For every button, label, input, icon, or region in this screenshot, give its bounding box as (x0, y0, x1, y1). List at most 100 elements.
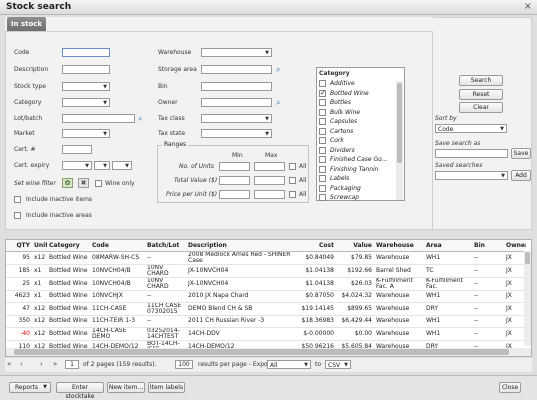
column-header[interactable]: Cost (295, 240, 336, 252)
per-page-input[interactable]: 100 (175, 360, 193, 369)
close-button[interactable]: Close (499, 382, 521, 393)
units-max-input[interactable] (254, 162, 285, 171)
tax-state-select[interactable] (201, 129, 272, 138)
category-option-checkbox[interactable] (319, 175, 326, 182)
column-header[interactable]: Batch/Lot (145, 240, 186, 252)
category-option-checkbox[interactable] (319, 184, 326, 192)
grid-vertical-scrollbar[interactable] (524, 251, 531, 346)
value-all-checkbox[interactable] (289, 177, 296, 184)
reports-button[interactable]: Reports ▼ (9, 382, 51, 393)
first-page-icon[interactable]: « (7, 360, 11, 368)
table-row[interactable]: 47 x12 Bottled Wine 11CH-CASE 11CH CASE 0730… (6, 302, 526, 316)
table-cell: x12 (32, 327, 47, 341)
saved-searches-select[interactable] (435, 171, 508, 180)
category-option-checkbox[interactable] (319, 89, 326, 97)
tab-in-stock[interactable]: In stock (7, 17, 46, 31)
category-option-checkbox[interactable] (319, 108, 326, 116)
owner-input[interactable] (201, 98, 272, 107)
column-header[interactable]: Warehouse (374, 240, 424, 252)
description-input[interactable] (62, 65, 110, 74)
include-inactive-items-checkbox[interactable] (14, 196, 21, 203)
reset-button[interactable]: Reset (459, 89, 503, 100)
wine-filter-icon[interactable]: ✿ (62, 178, 73, 188)
warehouse-select[interactable] (201, 48, 272, 57)
clear-button[interactable]: Clear (459, 102, 503, 113)
units-all-checkbox[interactable] (289, 163, 296, 170)
storage-area-input[interactable] (201, 65, 272, 74)
table-row[interactable]: 25 x1 Bottled Wine 10NVCH04/B 10NV CHARD JX-1… (6, 277, 526, 291)
column-header[interactable]: Unit (32, 240, 47, 252)
lot-batch-label: Lot/batch (14, 115, 43, 122)
column-header[interactable]: Bin (472, 240, 504, 252)
item-labels-button[interactable]: Item labels (148, 382, 185, 393)
lot-batch-search-icon[interactable]: ⌕ (138, 114, 147, 123)
wine-only-checkbox[interactable] (95, 180, 102, 187)
market-select[interactable] (62, 129, 110, 138)
enter-stocktake-button[interactable]: Enter stocktake (56, 382, 104, 400)
category-list-scroll-thumb[interactable] (397, 83, 402, 163)
column-header[interactable]: Category (47, 240, 90, 252)
save-button[interactable]: Save (511, 148, 531, 159)
price-min-input[interactable] (219, 190, 250, 199)
value-min-input[interactable] (219, 176, 250, 185)
table-cell: JX (504, 315, 526, 328)
table-row[interactable]: 95 x12 Bottled Wine 08MARW-SH-CS -- 2008 Medl… (6, 251, 526, 265)
next-page-icon[interactable]: › (40, 360, 43, 368)
category-option-checkbox[interactable] (319, 127, 326, 135)
code-input[interactable] (62, 48, 110, 57)
cert-expiry-month-select[interactable] (94, 161, 110, 170)
add-button[interactable]: Add (511, 170, 531, 181)
category-option-checkbox[interactable] (319, 165, 326, 173)
table-row[interactable]: 4623 x1 Bottled Wine 10NVCHJX -- 2010 JX Napa… (6, 290, 526, 303)
grid-horizontal-scrollbar[interactable] (6, 348, 531, 356)
category-list[interactable]: Category Additive Bottled Wine Bottles Bulk… (316, 67, 405, 201)
table-row[interactable]: 185 x1 Bottled Wine 10NVCH04/B 10NV CHARD JX-… (6, 264, 526, 278)
category-option-checkbox[interactable] (319, 118, 326, 125)
price-all-checkbox[interactable] (289, 191, 296, 198)
close-icon[interactable]: × (524, 1, 532, 12)
include-inactive-areas-label: Include inactive areas (26, 212, 92, 219)
category-list-scrollbar[interactable] (396, 81, 403, 200)
clear-filter-icon[interactable]: ✖ (78, 178, 89, 188)
units-min-input[interactable] (219, 162, 250, 171)
category-option-checkbox[interactable] (319, 146, 326, 154)
column-header[interactable]: Value (336, 240, 374, 252)
sort-by-select[interactable]: Code (435, 124, 507, 133)
value-max-input[interactable] (254, 176, 285, 185)
table-row[interactable]: 350 x12 Bottled Wine 11CH-TEIR 1-3 -- 2011 CH… (6, 315, 526, 328)
category-select[interactable] (62, 98, 110, 107)
column-header[interactable]: Description (186, 240, 295, 252)
category-option-checkbox[interactable] (319, 137, 326, 144)
save-search-input[interactable] (435, 149, 508, 158)
page-number-input[interactable]: 1 (65, 360, 79, 369)
cert-expiry-operator-select[interactable] (62, 161, 92, 170)
grid-vertical-scroll-thumb[interactable] (525, 252, 530, 264)
table-row[interactable]: -40 x12 Bottled Wine 14CH-CASE DEMO 03252014… (6, 327, 526, 341)
owner-search-icon[interactable]: ⌕ (276, 98, 285, 107)
cert-expiry-year-select[interactable] (112, 161, 132, 170)
column-header[interactable]: Code (90, 240, 145, 252)
include-inactive-areas-checkbox[interactable] (14, 212, 21, 219)
search-button[interactable]: Search (459, 75, 503, 86)
category-option-checkbox[interactable] (319, 80, 326, 87)
new-item-button[interactable]: New item... (107, 382, 145, 393)
category-option-checkbox[interactable] (319, 194, 326, 201)
column-header[interactable]: Owner (504, 240, 526, 252)
column-header[interactable]: QTY (6, 240, 32, 252)
cert-no-input[interactable] (62, 145, 92, 154)
tax-class-select[interactable] (201, 114, 272, 123)
prev-page-icon[interactable]: ‹ (20, 360, 23, 368)
category-option-checkbox[interactable] (319, 156, 326, 163)
category-option-checkbox[interactable] (319, 99, 326, 106)
storage-area-search-icon[interactable]: ⌕ (276, 65, 285, 74)
export-format-select[interactable]: CSV (325, 360, 351, 369)
lot-batch-input[interactable] (62, 114, 135, 123)
table-cell: Bottled Wine (47, 290, 90, 303)
stock-type-select[interactable] (62, 82, 110, 91)
price-max-input[interactable] (254, 190, 285, 199)
bin-input[interactable] (201, 82, 272, 91)
grid-horizontal-scroll-thumb[interactable] (14, 349, 509, 355)
column-header[interactable]: Area (424, 240, 472, 252)
last-page-icon[interactable]: » (53, 360, 57, 368)
export-scope-select[interactable]: All (267, 360, 311, 369)
